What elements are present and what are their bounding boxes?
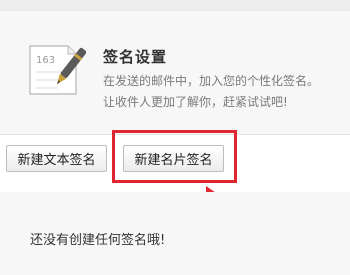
new-text-signature-button[interactable]: 新建文本签名: [6, 145, 107, 172]
top-strip: [0, 0, 350, 11]
panel-description-line-1: 在发送的邮件中，加入您的个性化签名。: [103, 74, 320, 88]
panel-title: 签名设置: [103, 48, 168, 66]
empty-state-message: 还没有创建任何签名哦!: [30, 233, 166, 248]
note-pen-icon: 163: [29, 45, 86, 95]
signature-settings-panel: 163 签名设置 在发送的邮件中，加入您的个性化签名。 让收件人更加了解你，赶紧…: [0, 0, 350, 135]
panel-description-line-2: 让收件人更加了解你，赶紧试试吧!: [103, 95, 288, 109]
new-card-signature-button[interactable]: 新建名片签名: [123, 145, 224, 172]
note-number: 163: [36, 55, 55, 66]
